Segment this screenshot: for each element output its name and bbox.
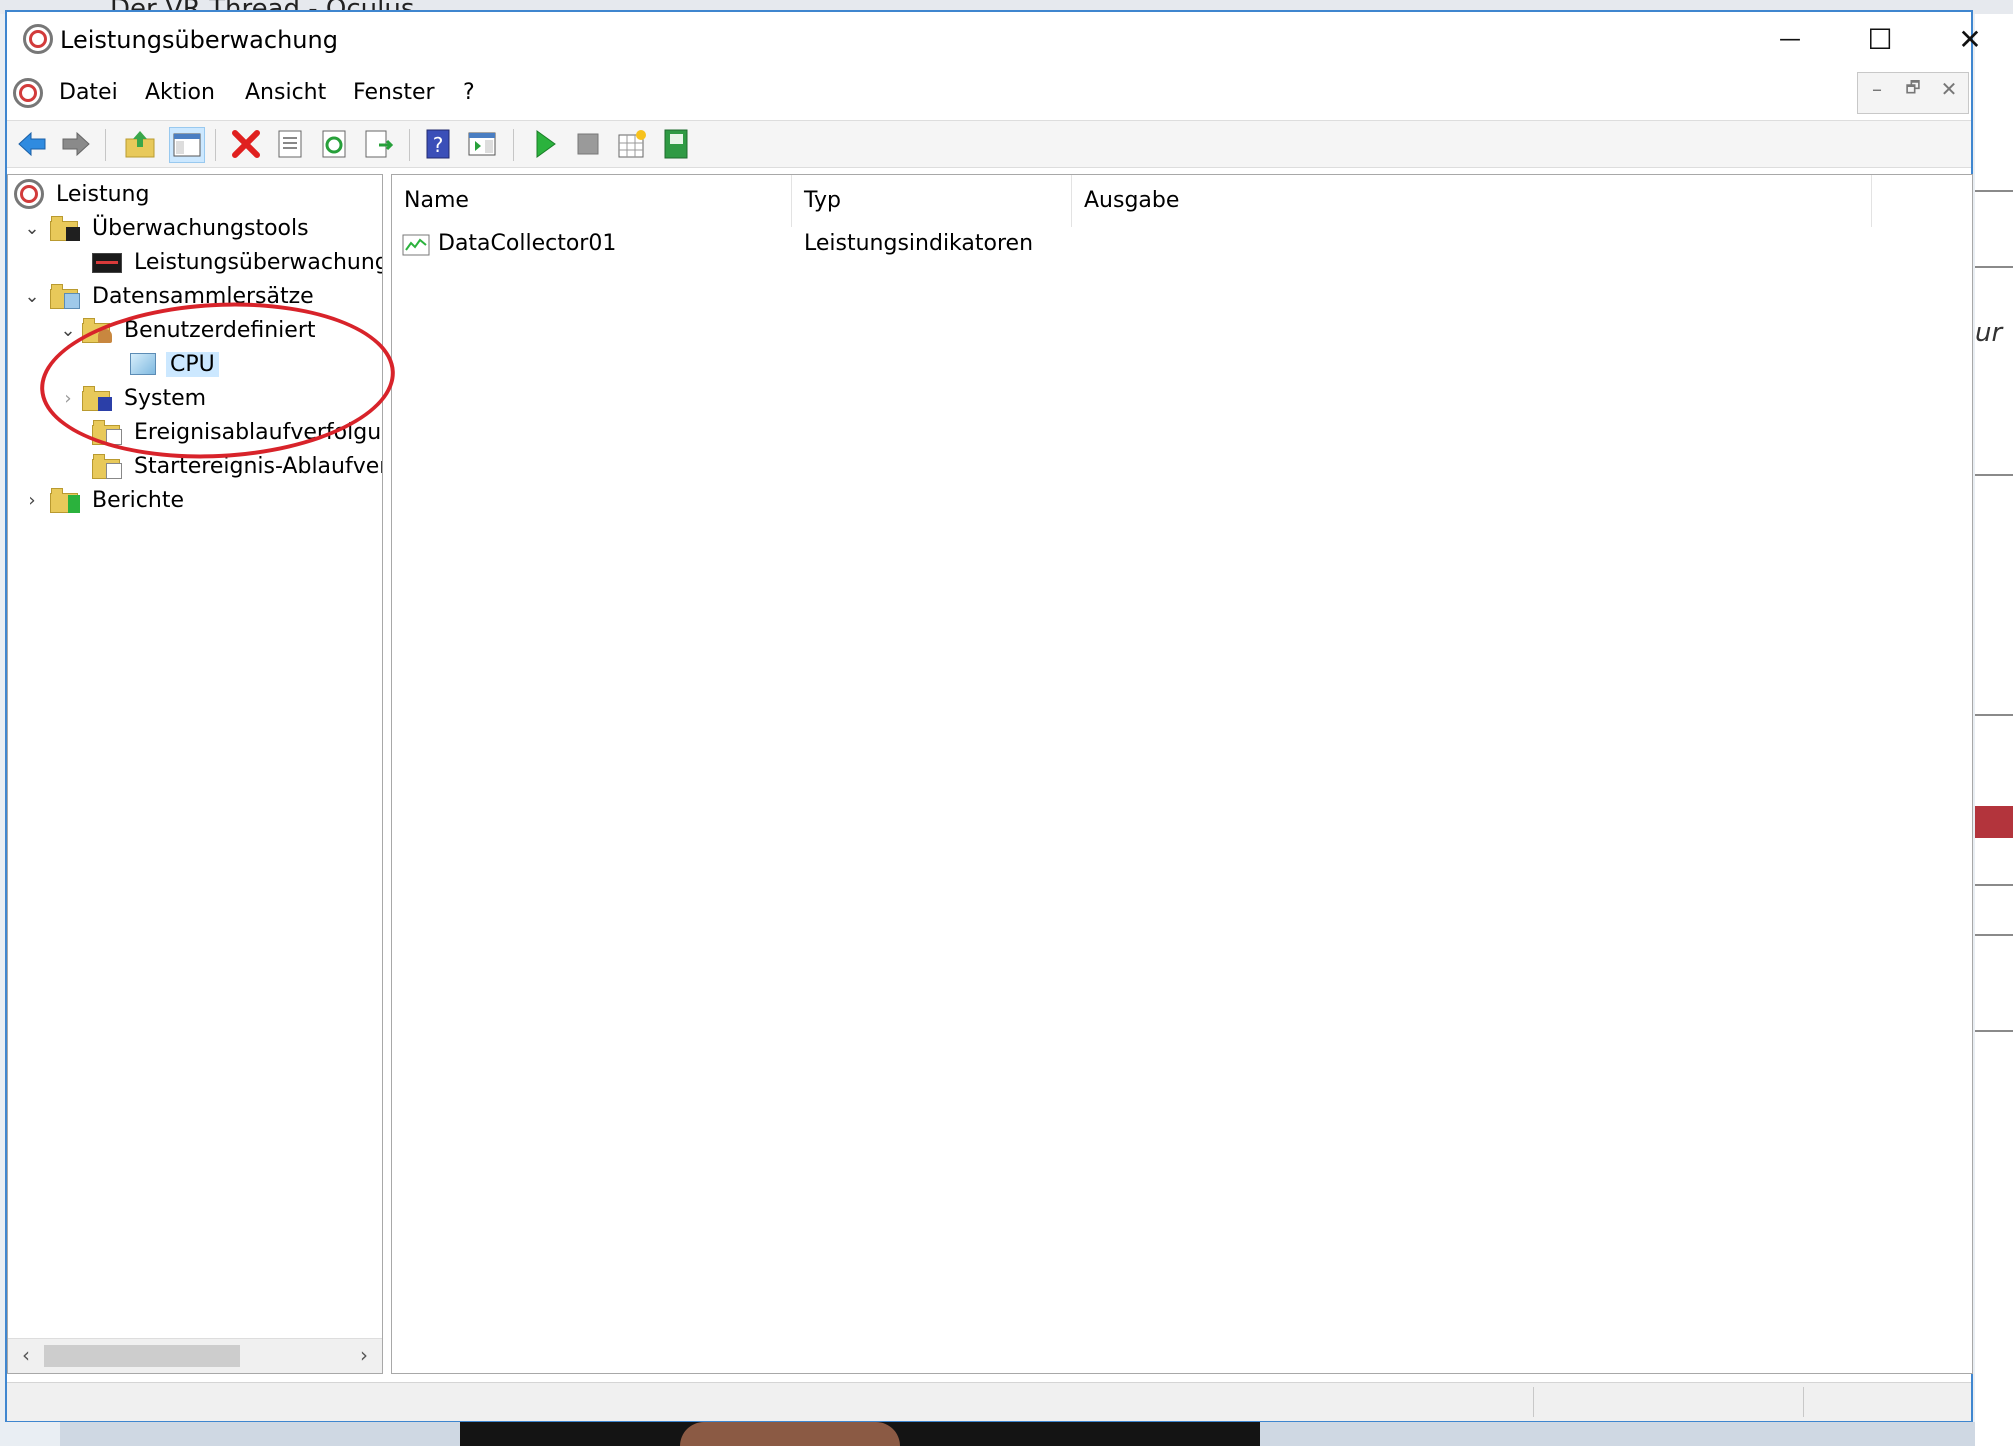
tree-item-berichte[interactable]: › Berichte xyxy=(20,483,188,517)
help-icon[interactable]: ? xyxy=(421,127,455,161)
scroll-left-icon[interactable]: ‹ xyxy=(14,1343,38,1367)
tree-item-startereignis-ablaufverfolgung[interactable]: Startereignis-Ablaufverf xyxy=(92,449,383,483)
menu-ansicht[interactable]: Ansicht xyxy=(245,80,326,105)
stop-icon[interactable] xyxy=(571,127,605,161)
binary-folder-icon xyxy=(92,419,122,445)
tree-label: Leistungsüberwachung xyxy=(134,249,383,275)
minimize-button[interactable]: — xyxy=(1745,18,1835,62)
perfmon-window: Leistungsüberwachung — ☐ ✕ Datei Aktion … xyxy=(5,10,1982,1422)
cell-name: DataCollector01 xyxy=(438,231,617,256)
close-button[interactable]: ✕ xyxy=(1925,18,2013,62)
menu-fenster[interactable]: Fenster xyxy=(353,80,435,105)
reports-folder-icon xyxy=(50,487,80,513)
background-page-edge: ur xyxy=(1975,14,2013,1446)
tree-item-cpu[interactable]: CPU xyxy=(128,347,219,381)
column-header-name[interactable]: Name xyxy=(392,175,792,227)
chevron-down-icon[interactable]: ⌄ xyxy=(20,286,44,307)
monitor-graph-icon xyxy=(92,249,122,275)
toolbar: ? xyxy=(7,120,1971,168)
tree-label: Überwachungstools xyxy=(92,215,309,241)
tree-item-system[interactable]: › System xyxy=(56,381,210,415)
background-side-text: ur xyxy=(1975,318,2003,348)
action-pane-icon[interactable] xyxy=(465,127,499,161)
tree-horizontal-scrollbar[interactable]: ‹ › xyxy=(8,1338,382,1373)
system-folder-icon xyxy=(82,385,112,411)
details-list: Name Typ Ausgabe DataCollector01 Leistun… xyxy=(391,174,1973,1374)
window-title: Leistungsüberwachung xyxy=(60,26,338,54)
chevron-down-icon[interactable]: ⌄ xyxy=(20,218,44,239)
mdi-close-button[interactable]: ✕ xyxy=(1932,77,1966,109)
menu-aktion[interactable]: Aktion xyxy=(145,80,215,105)
mdi-minimize-button[interactable]: – xyxy=(1860,77,1894,109)
forward-icon[interactable] xyxy=(59,127,93,161)
back-icon[interactable] xyxy=(15,127,49,161)
show-hide-tree-icon[interactable] xyxy=(169,127,205,163)
up-folder-icon[interactable] xyxy=(123,127,157,161)
tree-label: Ereignisablaufverfolgun xyxy=(134,419,383,445)
tree-label: System xyxy=(124,385,207,411)
performance-counter-icon xyxy=(402,232,430,256)
tree-label: Benutzerdefiniert xyxy=(124,317,316,343)
navigation-tree: Leistung ⌄ Überwachungstools Leistungsüb… xyxy=(7,174,383,1374)
refresh-icon[interactable] xyxy=(317,127,351,161)
column-header-ausgabe[interactable]: Ausgabe xyxy=(1072,175,1872,227)
column-header-typ[interactable]: Typ xyxy=(792,175,1072,227)
tree-label: Berichte xyxy=(92,487,184,513)
properties-icon[interactable] xyxy=(273,127,307,161)
tree-item-ereignisablaufverfolgung[interactable]: Ereignisablaufverfolgun xyxy=(92,415,383,449)
list-item[interactable]: DataCollector01 Leistungsindikatoren xyxy=(402,227,1902,261)
perfmon-icon xyxy=(14,179,44,209)
mmc-system-menu-icon[interactable] xyxy=(13,78,43,108)
cell-typ: Leistungsindikatoren xyxy=(804,231,1034,256)
scroll-right-icon[interactable]: › xyxy=(352,1343,376,1367)
background-red-band xyxy=(1975,806,2013,838)
user-folder-icon xyxy=(82,317,112,343)
perfmon-app-icon xyxy=(23,24,53,54)
maximize-button[interactable]: ☐ xyxy=(1835,18,1925,62)
data-collector-folder-icon xyxy=(50,283,80,309)
chevron-down-icon[interactable]: ⌄ xyxy=(56,320,80,341)
tree-label: CPU xyxy=(166,351,219,377)
tree-item-leistung[interactable]: Leistung xyxy=(14,177,153,211)
delete-icon[interactable] xyxy=(229,127,263,161)
tree-label: Datensammlersätze xyxy=(92,283,314,309)
menu-help[interactable]: ? xyxy=(463,80,475,105)
svg-text:?: ? xyxy=(433,133,444,157)
mdi-restore-button[interactable]: 🗗 xyxy=(1896,77,1930,109)
mdi-controls: – 🗗 ✕ xyxy=(1857,72,1969,114)
title-bar[interactable]: Leistungsüberwachung — ☐ ✕ xyxy=(7,12,1982,68)
binary-folder-icon xyxy=(92,453,122,479)
chevron-right-icon[interactable]: › xyxy=(56,388,80,409)
tree-label: Leistung xyxy=(56,181,150,207)
menu-bar: Datei Aktion Ansicht Fenster ? xyxy=(7,72,1971,116)
start-icon[interactable] xyxy=(527,127,561,161)
folder-chart-icon xyxy=(50,215,80,241)
tree-label: Startereignis-Ablaufverf xyxy=(134,453,383,479)
menu-datei[interactable]: Datei xyxy=(59,80,118,105)
background-bottom xyxy=(60,1422,1975,1446)
scrollbar-thumb[interactable] xyxy=(44,1345,240,1367)
status-bar xyxy=(7,1382,1971,1421)
tree-item-ueberwachungstools[interactable]: ⌄ Überwachungstools xyxy=(20,211,313,245)
new-log-icon[interactable] xyxy=(615,127,649,161)
tree-item-datensammlersaetze[interactable]: ⌄ Datensammlersätze xyxy=(20,279,318,313)
chevron-right-icon[interactable]: › xyxy=(20,490,44,511)
export-list-icon[interactable] xyxy=(361,127,395,161)
tree-item-benutzerdefiniert[interactable]: ⌄ Benutzerdefiniert xyxy=(56,313,320,347)
report-book-icon[interactable] xyxy=(659,127,693,161)
tree-item-leistungsueberwachung[interactable]: Leistungsüberwachung xyxy=(92,245,383,279)
data-collector-set-icon xyxy=(128,351,158,377)
